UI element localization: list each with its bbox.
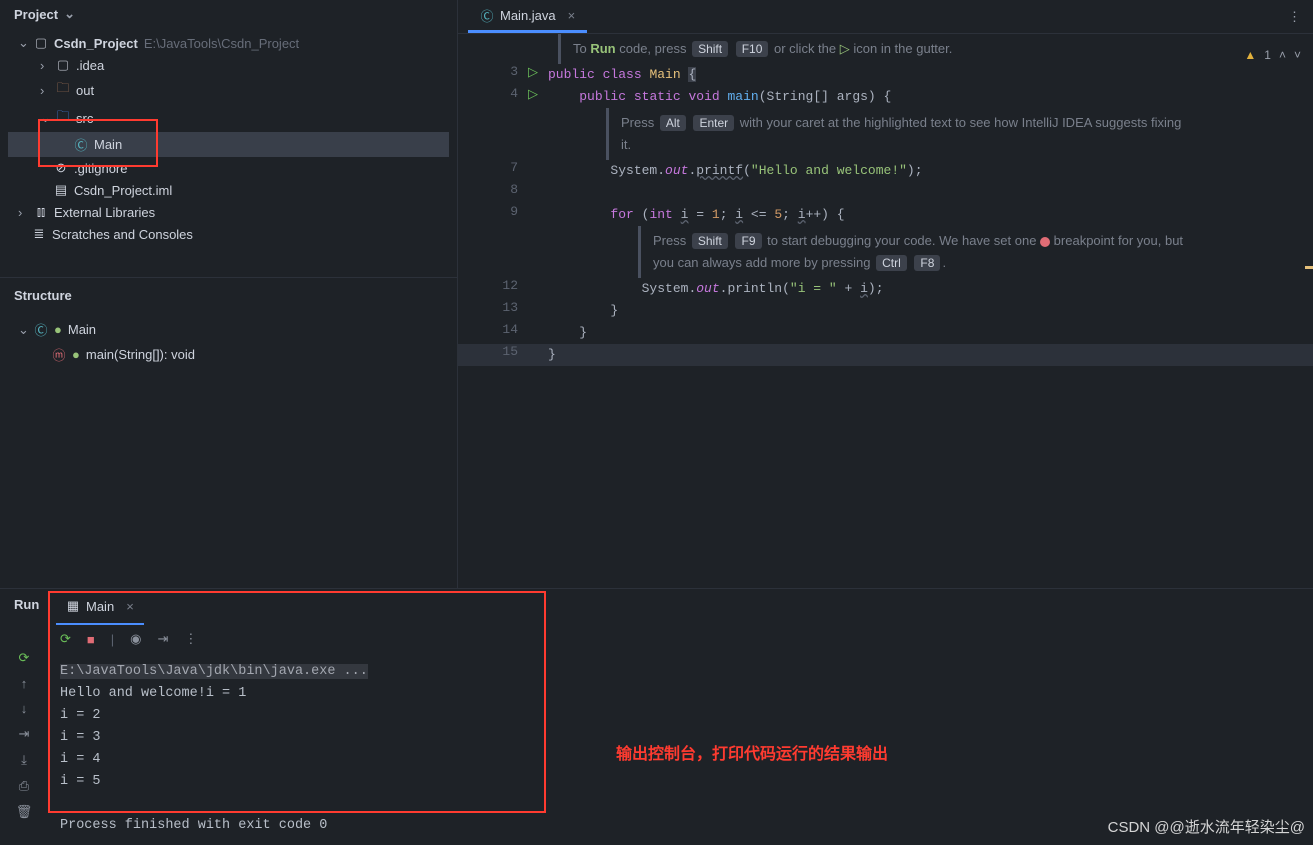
chevron-down-icon: ⌄ <box>64 6 74 22</box>
class-icon: Ⓒ <box>34 320 48 339</box>
line-number: 12 <box>458 278 528 300</box>
tree-item-label: Csdn_Project.iml <box>74 183 172 198</box>
up-icon[interactable]: ↑ <box>21 676 28 691</box>
run-gutter-icon[interactable]: ▷ <box>528 64 548 86</box>
tree-item-external-libs[interactable]: › ⫾⫾ External Libraries <box>0 201 457 223</box>
scratches-icon: ≣ <box>32 226 46 242</box>
scroll-icon[interactable]: ⤓ <box>21 752 27 768</box>
editor-body[interactable]: To Run code, press Shift F10 or click th… <box>458 34 1313 366</box>
app-icon: ▦ <box>66 598 80 614</box>
rerun-icon[interactable]: ⟳ <box>19 650 30 666</box>
method-icon: ⓜ <box>52 345 66 364</box>
annotation-text: 输出控制台，打印代码运行的结果输出 <box>616 740 888 764</box>
structure-panel-title: Structure <box>14 288 72 303</box>
project-tree: ⌄ ▢ Csdn_Project E:\JavaTools\Csdn_Proje… <box>0 28 457 257</box>
chevron-down-icon[interactable]: ⌄ <box>18 35 28 51</box>
library-icon: ⫾⫾ <box>34 204 48 220</box>
structure-panel-header[interactable]: Structure <box>0 277 457 313</box>
tree-item-src[interactable]: ⌄ 🗀 src <box>0 104 457 132</box>
chevron-right-icon[interactable]: › <box>18 205 28 220</box>
run-toolbar-left: ⟳ ↑ ↓ ⇥ ⤓ ⎙ 🗑 <box>0 612 48 820</box>
close-icon[interactable]: × <box>126 599 134 614</box>
hint-alt-enter: Press Alt Enter with your caret at the h… <box>606 108 1186 160</box>
tree-item-scratches[interactable]: ≣ Scratches and Consoles <box>0 223 457 245</box>
file-icon: ⊘ <box>54 160 68 176</box>
tree-item-label: Scratches and Consoles <box>52 227 193 242</box>
line-number: 9 <box>458 204 528 226</box>
class-icon: Ⓒ <box>74 135 88 154</box>
exit-icon[interactable]: ⇥ <box>158 631 169 647</box>
chevron-right-icon[interactable]: › <box>40 58 50 73</box>
tree-item-main-class[interactable]: Ⓒ Main <box>8 132 449 157</box>
run-tab-label: Main <box>86 599 114 614</box>
camera-icon[interactable]: ◉ <box>130 631 141 647</box>
editor-tabs: Ⓒ Main.java × ⋮ <box>458 0 1313 34</box>
tree-item-label: out <box>76 83 94 98</box>
run-tabs: ▦ Main × <box>48 589 1313 625</box>
line-number: 4 <box>458 86 528 108</box>
folder-icon: ▢ <box>56 57 70 73</box>
tree-item-label: .gitignore <box>74 161 127 176</box>
run-toolbar: ⟳ ■ | ◉ ⇥ ⋮ <box>48 625 1313 653</box>
stop-icon[interactable]: ■ <box>87 632 95 647</box>
run-panel-title[interactable]: Run <box>0 589 48 612</box>
soft-wrap-icon[interactable]: ⇥ <box>19 726 30 742</box>
delete-icon[interactable]: 🗑 <box>16 804 33 820</box>
structure-method[interactable]: ⓜ ● main(String[]): void <box>0 342 457 367</box>
hint-debug: Press Shift F9 to start debugging your c… <box>638 226 1198 278</box>
watermark: CSDN @@逝水流年轻染尘@ <box>1108 816 1305 837</box>
tree-item-out[interactable]: › 🗀 out <box>0 76 457 104</box>
project-root[interactable]: ⌄ ▢ Csdn_Project E:\JavaTools\Csdn_Proje… <box>0 32 457 54</box>
line-number: 15 <box>458 344 528 366</box>
source-folder-icon: 🗀 <box>56 107 70 129</box>
structure-class[interactable]: ⌄ Ⓒ ● Main <box>0 317 457 342</box>
chevron-right-icon[interactable]: › <box>40 83 50 98</box>
line-number: 3 <box>458 64 528 86</box>
rerun-icon[interactable]: ⟳ <box>60 631 71 647</box>
tree-item-gitignore[interactable]: ⊘ .gitignore <box>0 157 457 179</box>
chevron-down-icon[interactable]: ⌄ <box>40 110 50 126</box>
tree-item-idea[interactable]: › ▢ .idea <box>0 54 457 76</box>
more-icon[interactable]: ⋮ <box>1288 9 1301 25</box>
tree-item-iml[interactable]: ▤ Csdn_Project.iml <box>0 179 457 201</box>
tree-item-label: src <box>76 111 93 126</box>
chevron-down-icon[interactable]: ⌄ <box>18 322 28 338</box>
project-root-path: E:\JavaTools\Csdn_Project <box>144 36 299 51</box>
down-icon[interactable]: ↓ <box>21 701 28 716</box>
tree-item-label: External Libraries <box>54 205 155 220</box>
line-number: 14 <box>458 322 528 344</box>
run-tab-main[interactable]: ▦ Main × <box>56 589 144 625</box>
folder-icon: 🗀 <box>56 79 70 101</box>
folder-icon: ▢ <box>34 35 48 51</box>
hint-run: To Run code, press Shift F10 or click th… <box>558 34 1313 64</box>
structure-class-name: Main <box>68 322 96 337</box>
editor-marker <box>1305 266 1313 269</box>
more-icon[interactable]: ⋮ <box>184 631 197 647</box>
line-number: 7 <box>458 160 528 182</box>
project-panel-header[interactable]: Project ⌄ <box>0 0 457 28</box>
project-root-name: Csdn_Project <box>54 36 138 51</box>
tab-main-java[interactable]: Ⓒ Main.java × <box>468 0 587 33</box>
structure-tree: ⌄ Ⓒ ● Main ⓜ ● main(String[]): void <box>0 313 457 371</box>
tree-item-label: Main <box>94 137 122 152</box>
file-icon: ▤ <box>54 182 68 198</box>
public-icon: ● <box>54 322 62 337</box>
tree-item-label: .idea <box>76 58 104 73</box>
project-panel-title: Project <box>14 7 58 22</box>
tab-label: Main.java <box>500 8 556 23</box>
public-icon: ● <box>72 347 80 362</box>
line-number: 8 <box>458 182 528 204</box>
run-gutter-icon[interactable]: ▷ <box>528 86 548 108</box>
print-icon[interactable]: ⎙ <box>19 778 29 794</box>
class-icon: Ⓒ <box>480 6 494 25</box>
close-tab-icon[interactable]: × <box>568 8 576 23</box>
line-number: 13 <box>458 300 528 322</box>
structure-method-name: main(String[]): void <box>86 347 195 362</box>
